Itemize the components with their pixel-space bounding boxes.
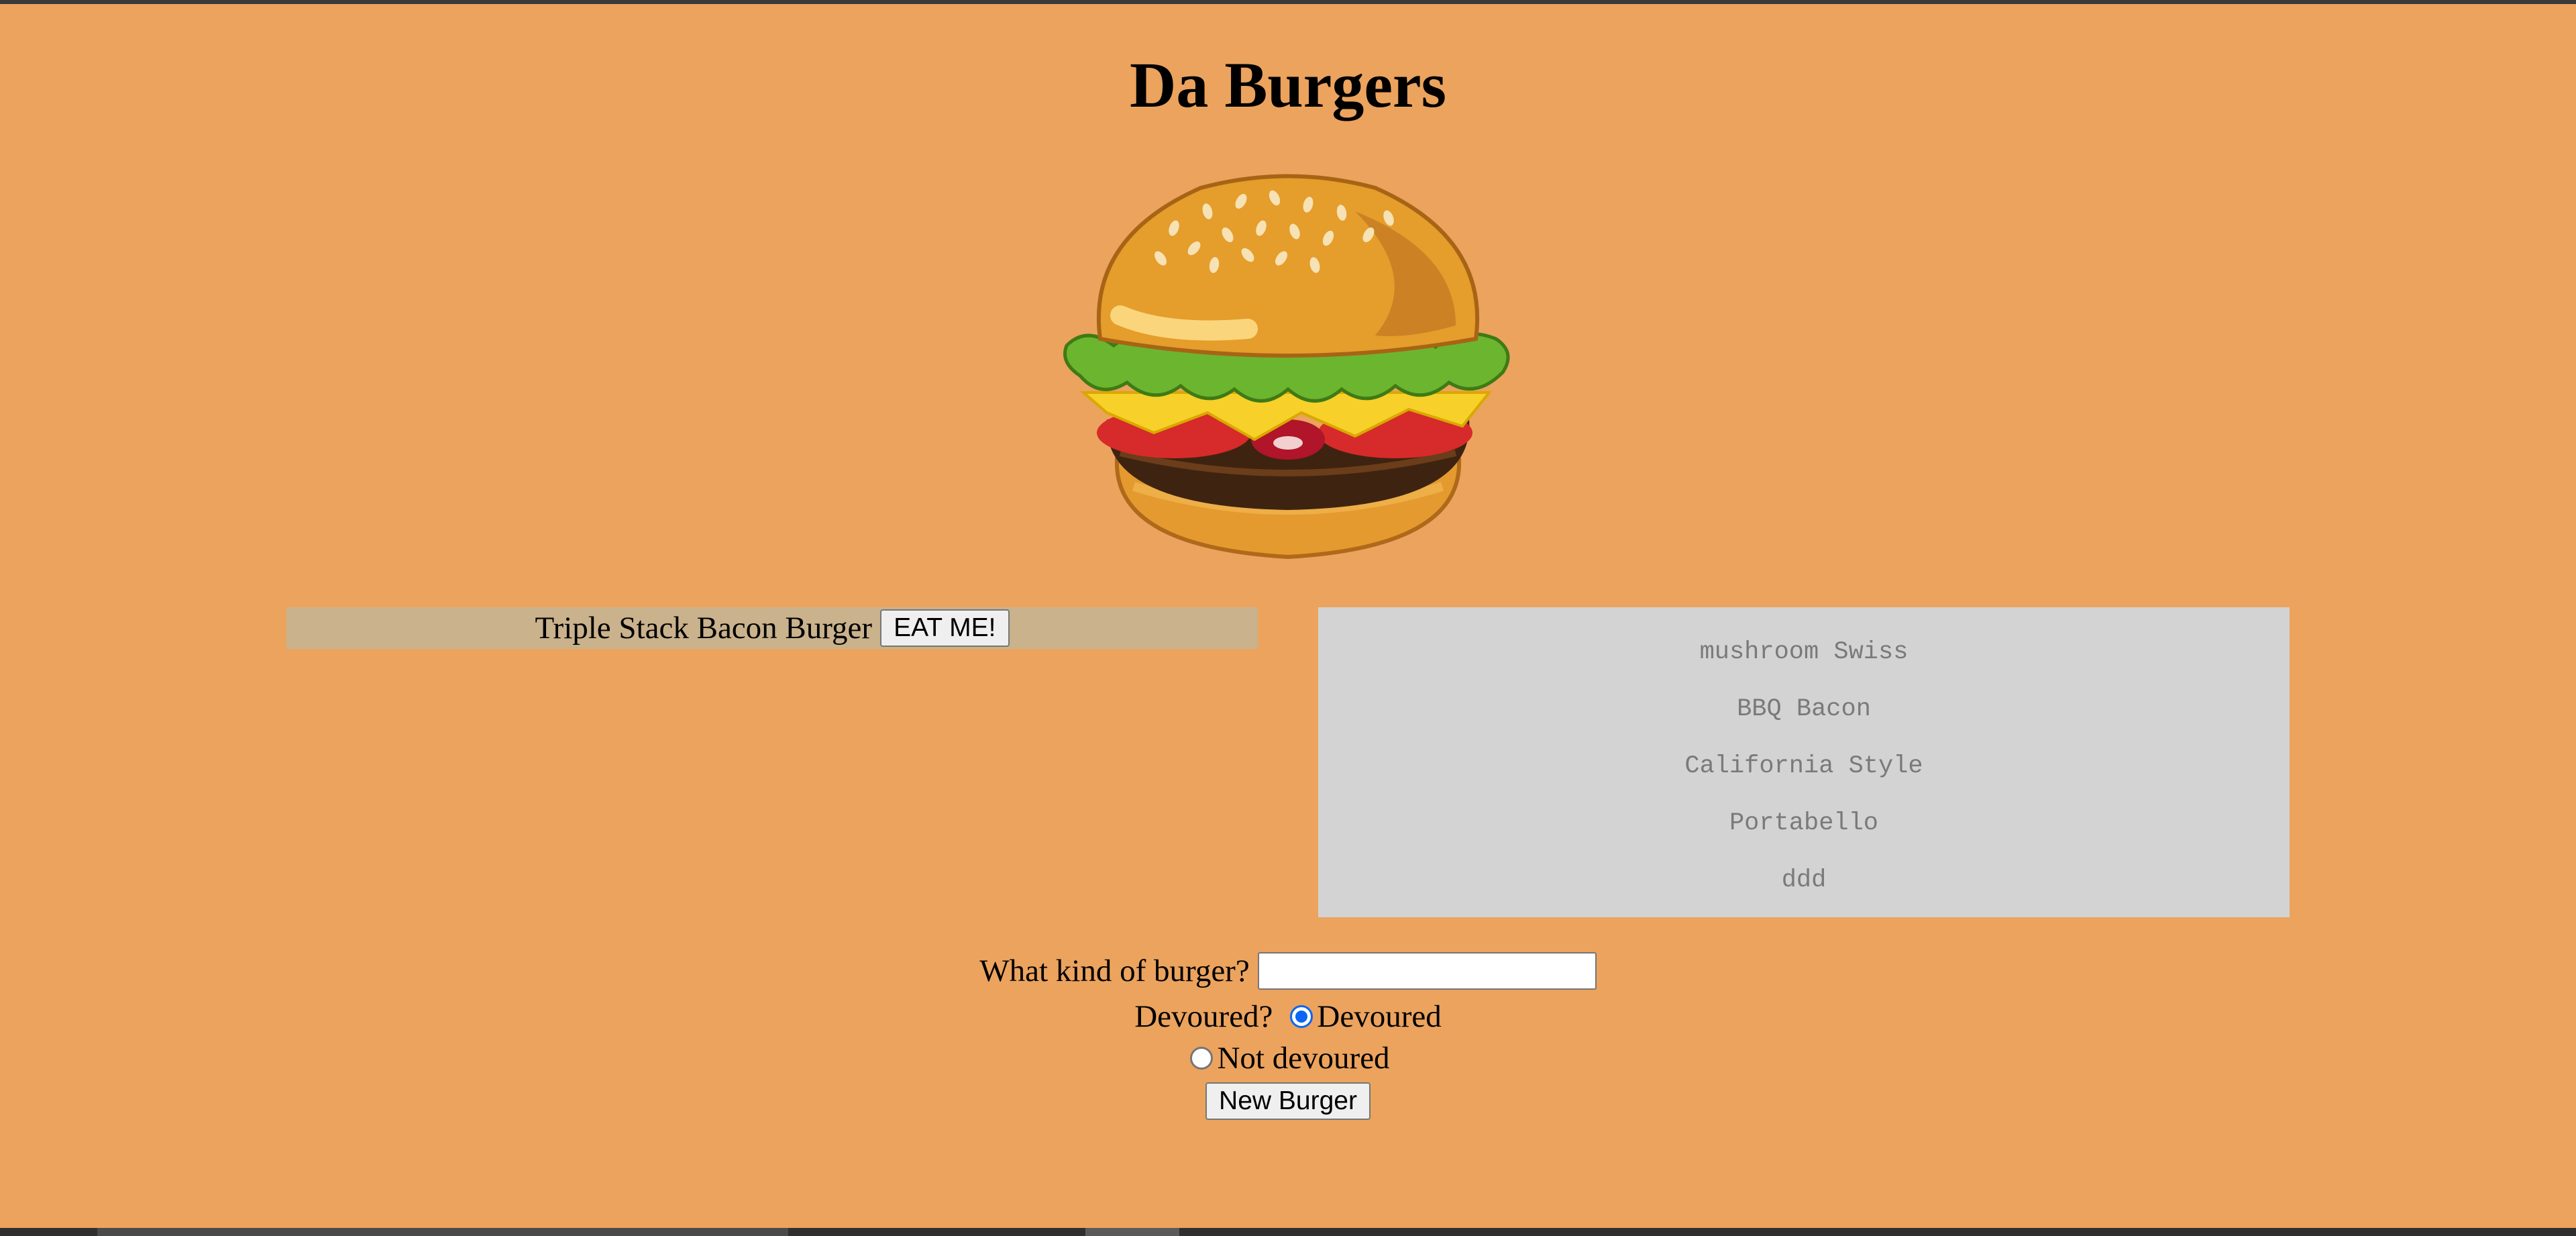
devoured-burger-item: mushroom Swiss [1699,638,1909,666]
burger-name-input[interactable] [1257,952,1597,990]
devoured-radio-label: Devoured [1317,999,1442,1034]
burger-name: Triple Stack Bacon Burger [535,611,873,646]
burger-name-label: What kind of burger? [979,954,1250,988]
undevoured-burgers-panel: Triple Stack Bacon Burger EAT ME! [286,607,1258,649]
devoured-burger-item: BBQ Bacon [1737,695,1871,723]
page-title: Da Burgers [1130,49,1446,121]
devoured-burgers-panel: mushroom Swiss BBQ Bacon California Styl… [1318,607,2290,917]
devoured-option-row: Devoured? Devoured [0,996,2576,1037]
eat-me-button[interactable]: EAT ME! [880,609,1010,647]
devoured-radio[interactable] [1290,1005,1313,1028]
not-devoured-option-row: Not devoured [0,1037,2576,1079]
taskbar-segment [1085,1228,1179,1236]
new-burger-button[interactable]: New Burger [1205,1082,1371,1120]
burger-name-row: What kind of burger? [0,946,2576,996]
submit-row: New Burger [0,1080,2576,1122]
devoured-burger-item: Portabello [1729,809,1879,837]
new-burger-form: What kind of burger? Devoured? Devoured … [0,946,2576,1122]
not-devoured-radio[interactable] [1190,1047,1214,1070]
devoured-question-label: Devoured? [1134,999,1273,1034]
devoured-burger-item: California Style [1684,752,1923,780]
window-bottom-bar [0,1228,2576,1236]
window-top-border [0,0,2576,4]
burger-illustration [1060,171,1516,567]
devoured-burger-list: mushroom Swiss BBQ Bacon California Styl… [1318,607,2290,919]
taskbar-segment [97,1228,788,1236]
devoured-burger-item: ddd [1781,866,1827,894]
not-devoured-radio-label: Not devoured [1217,1041,1390,1076]
